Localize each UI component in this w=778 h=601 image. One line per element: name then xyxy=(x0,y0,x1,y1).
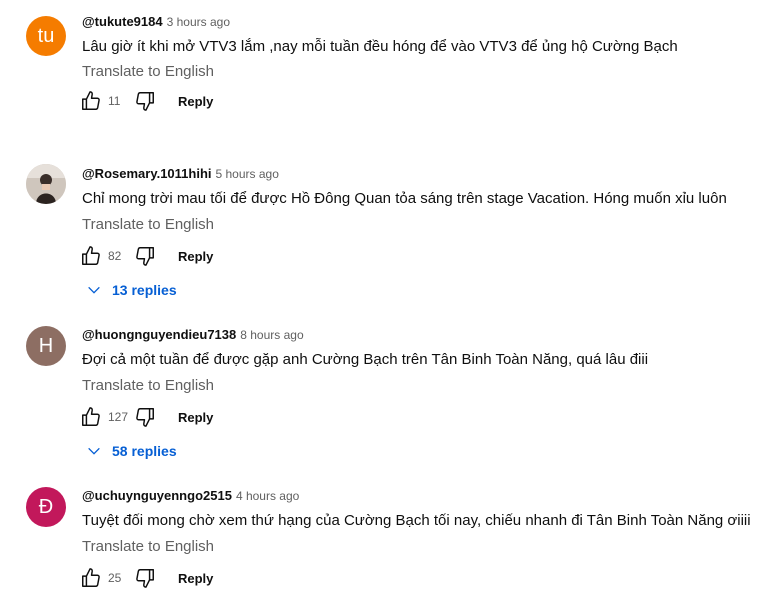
replies-count: 58 replies xyxy=(112,443,177,459)
timestamp[interactable]: 4 hours ago xyxy=(236,489,299,503)
avatar[interactable]: Đ xyxy=(26,487,66,527)
comment-text: Chỉ mong trời mau tối để được Hồ Đông Qu… xyxy=(82,190,727,207)
like-count: 25 xyxy=(108,571,122,585)
avatar[interactable]: H xyxy=(26,326,66,366)
timestamp[interactable]: 8 hours ago xyxy=(240,328,303,342)
reply-button[interactable]: Reply xyxy=(178,410,213,425)
comment-actions: 82 Reply xyxy=(80,244,213,268)
author-name[interactable]: @Rosemary.1011hihi xyxy=(82,166,212,181)
comment-header: @Rosemary.1011hihi 5 hours ago xyxy=(82,166,279,181)
reply-button[interactable]: Reply xyxy=(178,94,213,109)
chevron-down-icon xyxy=(88,286,100,294)
reply-button[interactable]: Reply xyxy=(178,249,213,264)
timestamp[interactable]: 3 hours ago xyxy=(167,15,230,29)
avatar[interactable] xyxy=(26,164,66,204)
comment-actions: 11 Reply xyxy=(80,89,213,113)
translate-link[interactable]: Translate to English xyxy=(82,216,214,233)
profile-photo-icon xyxy=(26,164,66,204)
dislike-icon[interactable] xyxy=(134,245,156,267)
comment-text: Lâu giờ ít khi mở VTV3 lắm ,nay mỗi tuần… xyxy=(82,38,678,55)
chevron-down-icon xyxy=(88,447,100,455)
reply-button[interactable]: Reply xyxy=(178,571,213,586)
comment-header: @uchuynguyenngo2515 4 hours ago xyxy=(82,488,299,503)
author-name[interactable]: @uchuynguyenngo2515 xyxy=(82,488,232,503)
view-replies-button[interactable]: 58 replies xyxy=(86,443,177,459)
avatar[interactable]: tu xyxy=(26,16,66,56)
comment-text: Tuyệt đối mong chờ xem thứ hạng của Cườn… xyxy=(82,512,751,529)
like-icon[interactable] xyxy=(80,245,102,267)
author-name[interactable]: @tukute9184 xyxy=(82,14,163,29)
dislike-icon[interactable] xyxy=(134,406,156,428)
like-icon[interactable] xyxy=(80,90,102,112)
replies-count: 13 replies xyxy=(112,282,177,298)
translate-link[interactable]: Translate to English xyxy=(82,538,214,555)
comment-actions: 25 Reply xyxy=(80,566,213,590)
timestamp[interactable]: 5 hours ago xyxy=(216,167,279,181)
like-count: 82 xyxy=(108,249,122,263)
like-count: 127 xyxy=(108,410,129,424)
translate-link[interactable]: Translate to English xyxy=(82,377,214,394)
comment-header: @tukute9184 3 hours ago xyxy=(82,14,230,29)
translate-link[interactable]: Translate to English xyxy=(82,63,214,80)
dislike-icon[interactable] xyxy=(134,567,156,589)
author-name[interactable]: @huongnguyendieu7138 xyxy=(82,327,236,342)
comment-actions: 127 Reply xyxy=(80,405,213,429)
dislike-icon[interactable] xyxy=(134,90,156,112)
like-icon[interactable] xyxy=(80,406,102,428)
comment-text: Đợi cả một tuần để được gặp anh Cường Bạ… xyxy=(82,351,649,368)
view-replies-button[interactable]: 13 replies xyxy=(86,282,177,298)
like-icon[interactable] xyxy=(80,567,102,589)
like-count: 11 xyxy=(108,94,121,108)
comment-header: @huongnguyendieu7138 8 hours ago xyxy=(82,327,304,342)
